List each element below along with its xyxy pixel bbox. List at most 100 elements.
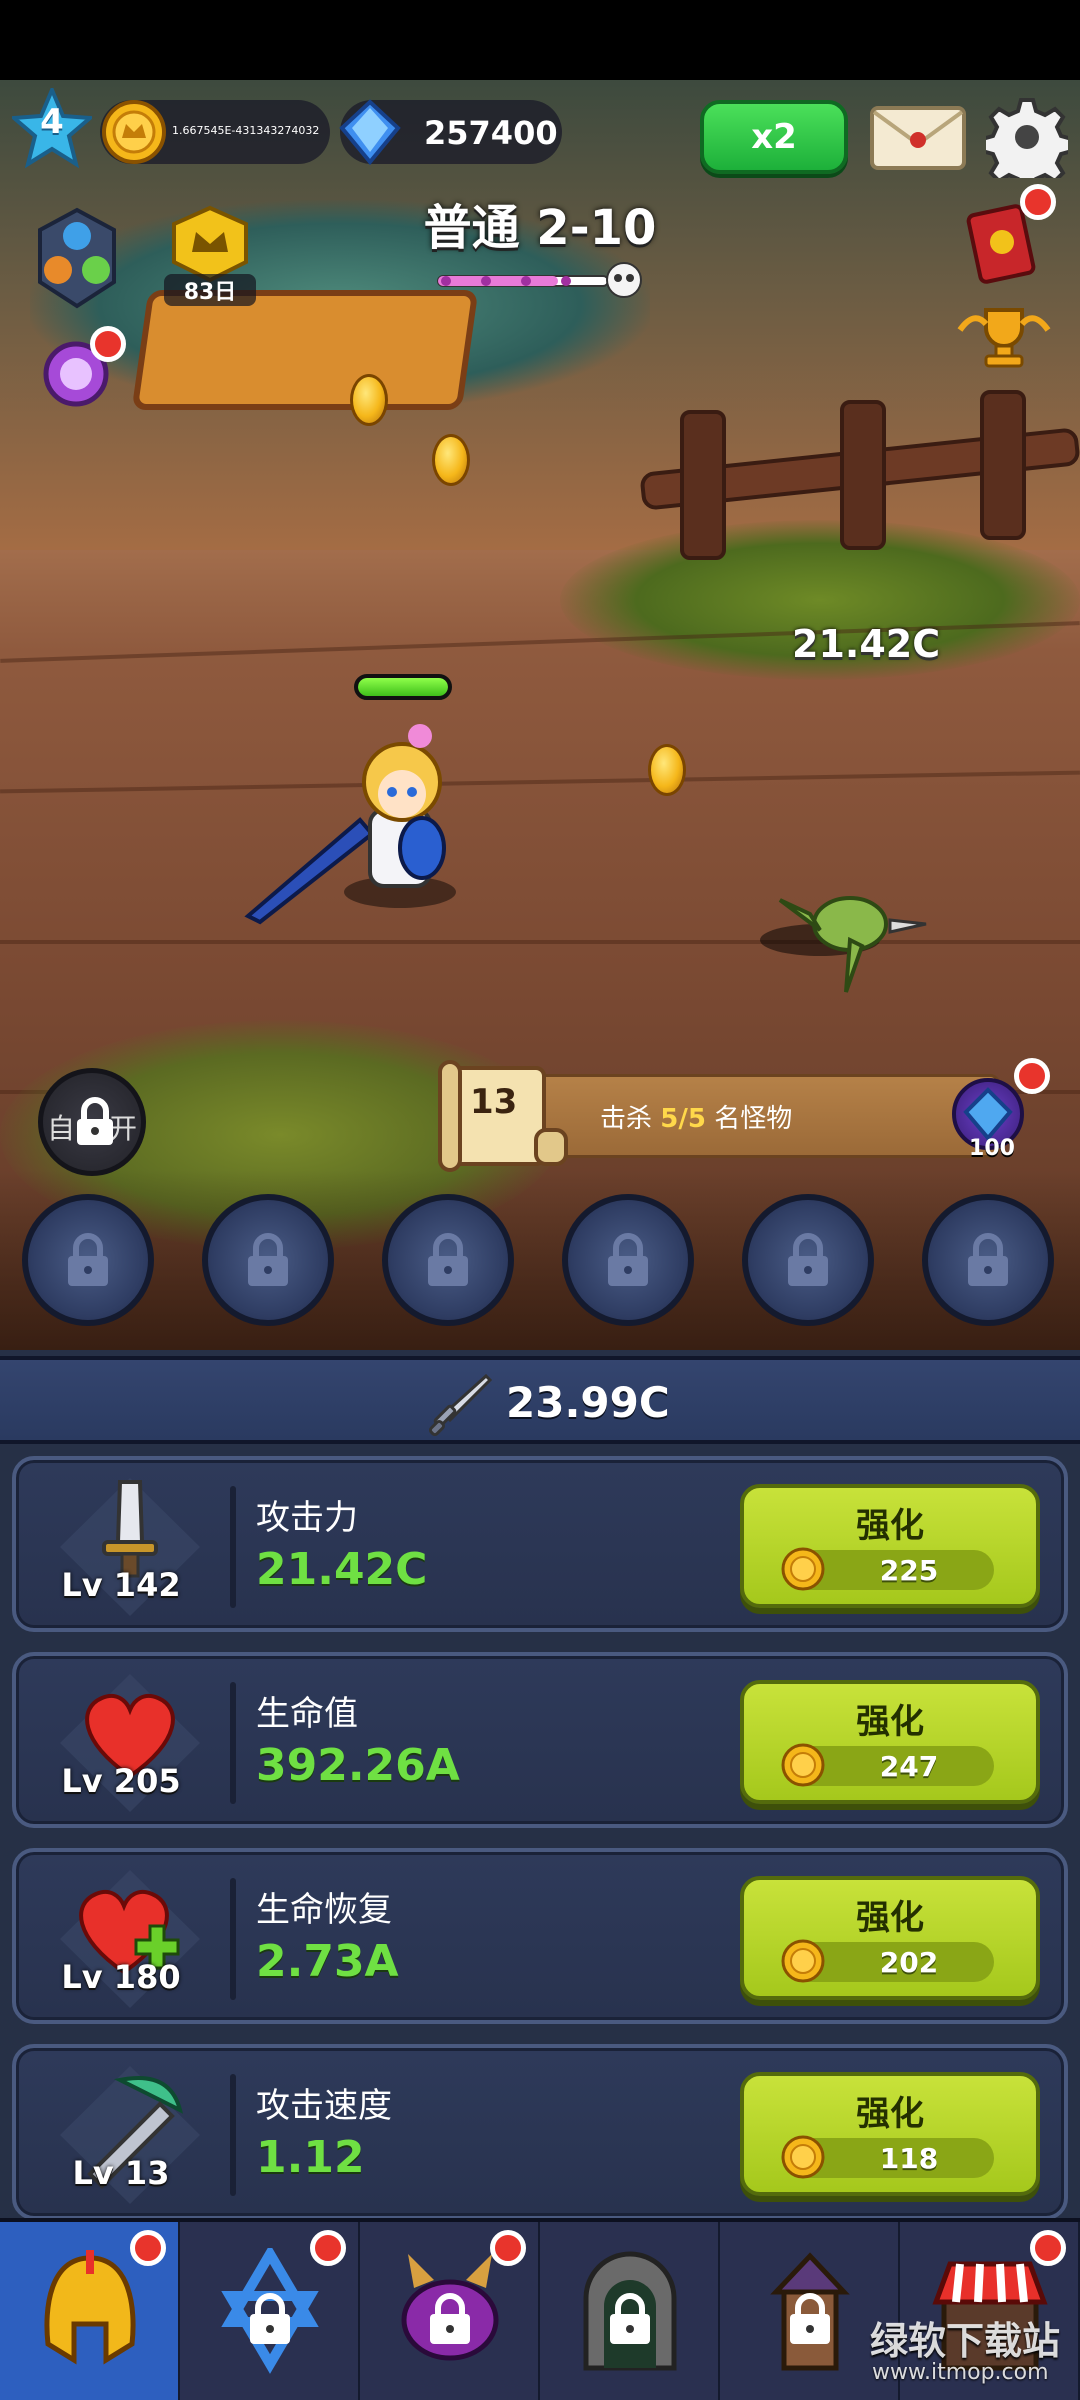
element-upgrade-button[interactable] — [30, 206, 124, 310]
gate-icon — [583, 2251, 677, 2371]
upgrade-button[interactable]: 强化 118 — [740, 2072, 1040, 2196]
lock-icon — [428, 1233, 468, 1286]
divider — [230, 2074, 236, 2196]
crown-shield-icon — [172, 205, 248, 283]
stat-value: 1.12 — [256, 2132, 365, 2183]
divider — [230, 1682, 236, 1804]
coin-drop[interactable] — [350, 374, 388, 426]
stat-name: 生命值 — [256, 1694, 358, 1734]
upgrade-cost: 202 — [879, 1946, 939, 1979]
defeated-goblin — [750, 880, 940, 1000]
upgrade-cost: 225 — [879, 1554, 939, 1587]
scene-fence — [639, 390, 1080, 560]
skill-slot-3[interactable] — [382, 1194, 514, 1326]
auto-toggle-left-label: 自 — [47, 1112, 76, 1145]
portal-button[interactable] — [36, 326, 126, 414]
hexagram-icon — [221, 2248, 319, 2374]
stat-level: Lv 180 — [61, 1958, 181, 1996]
quest-book-button[interactable] — [966, 184, 1056, 286]
quest-progress: 5/5 — [660, 1104, 706, 1134]
stat-level: Lv 13 — [72, 2154, 170, 2192]
quest-number: 13 — [470, 1082, 518, 1122]
hero-health-bar — [354, 674, 452, 700]
player-level-badge[interactable]: 4 — [9, 84, 95, 169]
total-power-value: 23.99C — [506, 1378, 670, 1427]
trophy-button[interactable] — [956, 300, 1052, 372]
stat-name: 攻击力 — [256, 1498, 358, 1538]
stat-value: 2.73A — [256, 1936, 399, 1987]
divider — [230, 1486, 236, 1608]
watermark-url: www.itmop.com — [872, 2360, 1049, 2385]
notification-dot — [1014, 1058, 1050, 1094]
notification-dot — [1030, 2230, 1066, 2266]
notification-dot — [1020, 184, 1056, 220]
coin-icon — [781, 1743, 825, 1787]
lock-icon — [77, 1097, 113, 1145]
lock-icon — [788, 1233, 828, 1286]
envelope-icon — [870, 106, 966, 170]
skill-slot-2[interactable] — [202, 1194, 334, 1326]
gear-icon — [980, 98, 1074, 192]
sword-icon — [428, 1373, 492, 1436]
elements-icon — [38, 207, 116, 309]
helmet-icon — [44, 2250, 136, 2365]
skill-slot-5[interactable] — [742, 1194, 874, 1326]
speed-x2-button[interactable]: x2 — [700, 100, 848, 174]
notification-dot — [90, 326, 126, 362]
stage-title: 普通 2-10 — [423, 200, 657, 256]
divider — [230, 1878, 236, 2000]
stat-card: Lv 13 攻击速度 1.12 强化 118 — [12, 2044, 1068, 2220]
scene-table — [131, 290, 479, 410]
coin-icon — [102, 100, 166, 164]
mail-button[interactable] — [868, 104, 968, 172]
settings-button[interactable] — [980, 96, 1074, 192]
trophy-icon — [957, 308, 1051, 368]
quest-reward-amount: 100 — [969, 1136, 1015, 1161]
quest-reward-button[interactable]: 100 — [952, 1058, 1050, 1161]
status-bar — [0, 0, 1080, 80]
coin-drop[interactable] — [648, 744, 686, 796]
lock-icon — [968, 1233, 1008, 1286]
upgrade-cost: 247 — [879, 1750, 939, 1783]
stage-progress-bar — [436, 262, 646, 302]
stat-level: Lv 205 — [61, 1762, 181, 1800]
stat-card: Lv 205 生命值 392.26A 强化 247 — [12, 1652, 1068, 1828]
coin-icon — [781, 1547, 825, 1591]
lock-icon — [248, 1233, 288, 1286]
daily-calendar-button[interactable]: 83日 — [164, 204, 256, 306]
skill-slot-1[interactable] — [22, 1194, 154, 1326]
damage-popup: 21.42C — [792, 622, 941, 666]
stat-card: Lv 180 生命恢复 2.73A 强化 202 — [12, 1848, 1068, 2024]
player-level: 4 — [40, 102, 64, 142]
nav-tab-pet[interactable] — [360, 2222, 540, 2400]
upgrade-label: 强化 — [856, 1898, 924, 1938]
coin-icon — [781, 1939, 825, 1983]
skill-slot-4[interactable] — [562, 1194, 694, 1326]
gem-amount: 257400 — [424, 114, 558, 152]
notification-dot — [490, 2230, 526, 2266]
notification-dot — [310, 2230, 346, 2266]
coin-drop[interactable] — [432, 434, 470, 486]
watermark-title: 绿软下载站 — [870, 2319, 1061, 2363]
upgrade-label: 强化 — [856, 2094, 924, 2134]
diamond-icon — [339, 99, 401, 166]
quest-scroll: 13 — [438, 1060, 568, 1172]
notification-dot — [130, 2230, 166, 2266]
skill-slot-6[interactable] — [922, 1194, 1054, 1326]
stat-value: 392.26A — [256, 1740, 460, 1791]
auto-battle-toggle[interactable]: 自 开 — [38, 1068, 146, 1176]
lock-icon — [608, 1233, 648, 1286]
stat-name: 攻击速度 — [256, 2086, 392, 2126]
stat-level: Lv 142 — [61, 1566, 181, 1604]
nav-tab-star[interactable] — [180, 2222, 360, 2400]
nav-tab-hero[interactable] — [0, 2222, 180, 2400]
coin-icon — [781, 2135, 825, 2179]
hero-character — [240, 700, 480, 930]
total-power-bar: 23.99C — [0, 1356, 1080, 1444]
nav-tab-dungeon[interactable] — [540, 2222, 720, 2400]
upgrade-button[interactable]: 强化 225 — [740, 1484, 1040, 1608]
upgrade-button[interactable]: 强化 202 — [740, 1876, 1040, 2000]
upgrade-cost: 118 — [879, 2142, 939, 2175]
stat-card: Lv 142 攻击力 21.42C 强化 225 — [12, 1456, 1068, 1632]
upgrade-button[interactable]: 强化 247 — [740, 1680, 1040, 1804]
